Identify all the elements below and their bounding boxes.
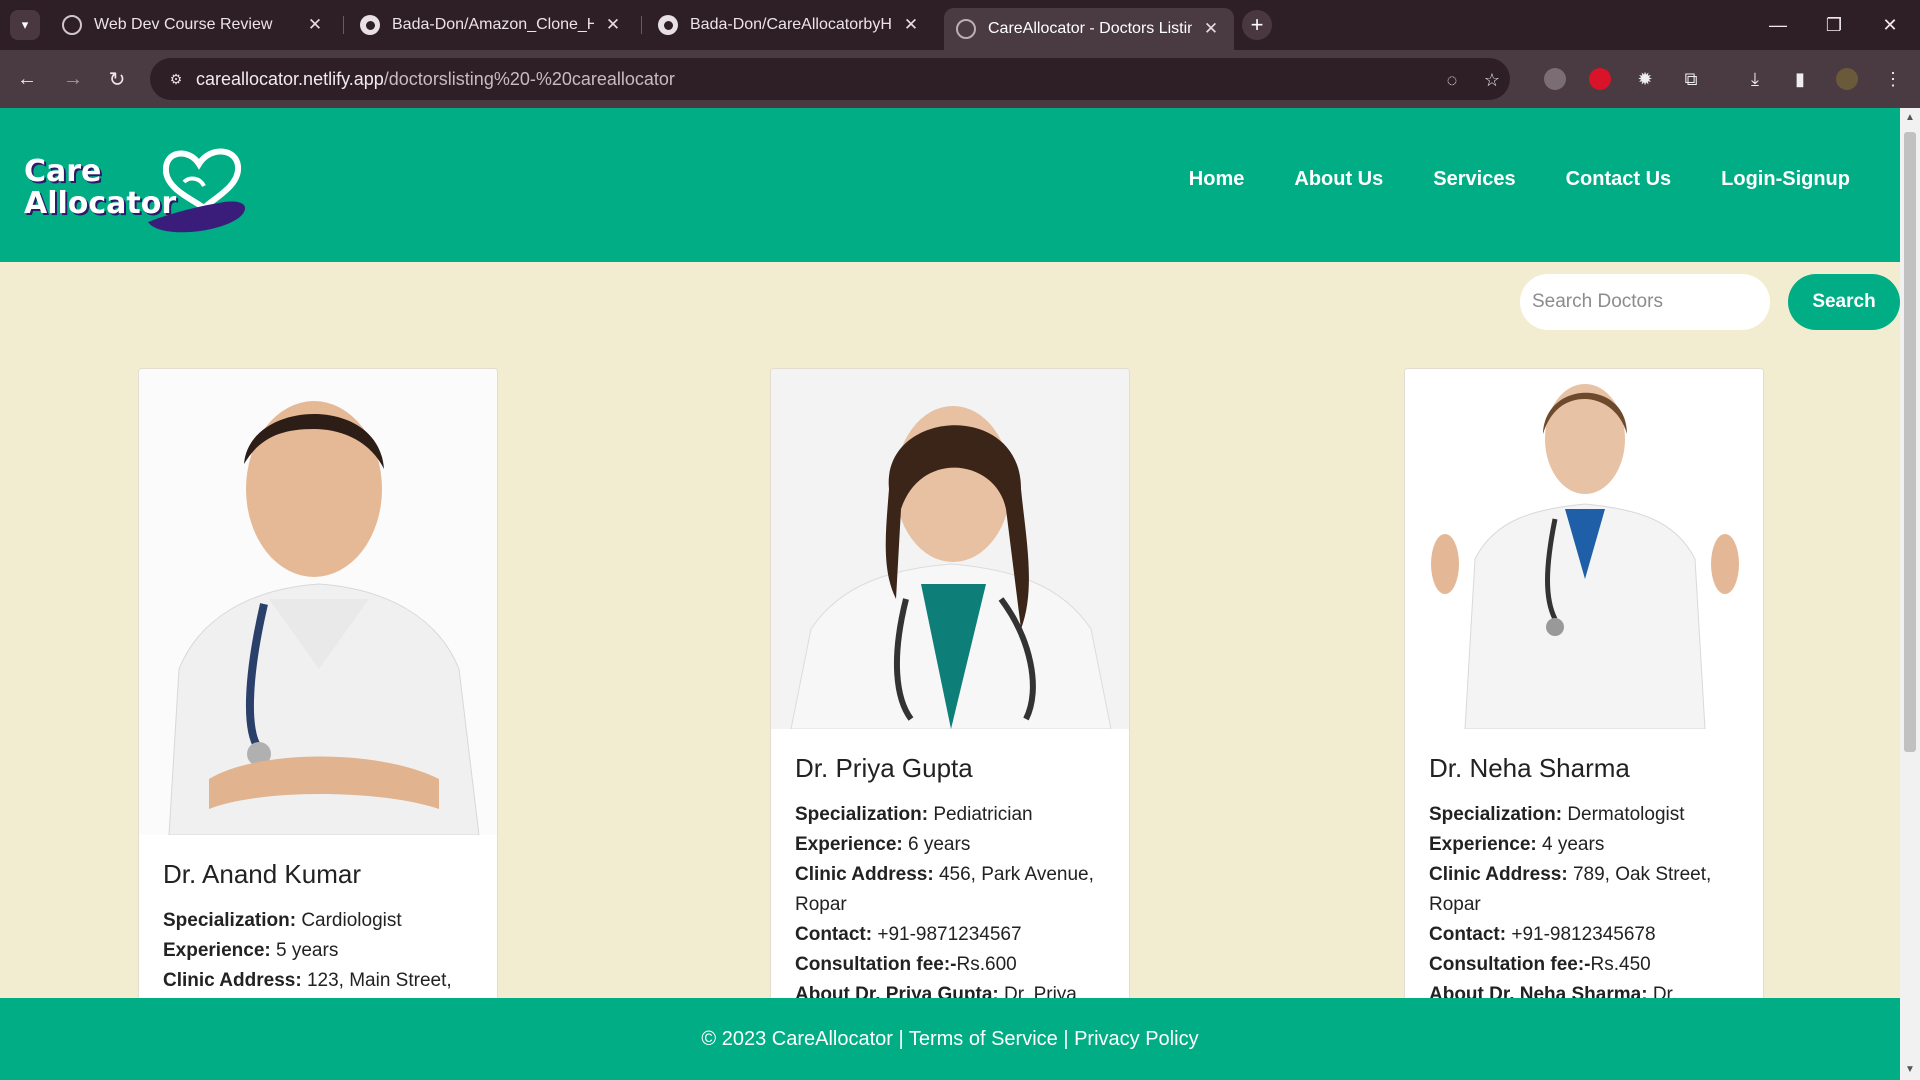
tab-title: CareAllocator - Doctors Listing [988,20,1192,37]
site-header: Care Allocator Home About Us Services Co… [0,108,1900,262]
nav-contact-us[interactable]: Contact Us [1566,168,1672,191]
tab-search-chevron-icon[interactable]: ▾ [10,10,40,40]
gear-extension-icon[interactable]: ✹ [1630,64,1660,94]
page-scrollbar[interactable]: ▲ ▼ [1900,108,1920,1080]
browser-tab[interactable]: Bada-Don/CareAllocatorbyHar ✕ [646,8,934,42]
site-info-icon[interactable]: ⚙ [156,71,196,88]
nav-home[interactable]: Home [1189,168,1245,191]
search-button[interactable]: Search [1788,274,1900,330]
browser-tab[interactable]: Bada-Don/Amazon_Clone_Har ✕ [348,8,636,42]
browser-tab[interactable]: Web Dev Course Review ✕ [50,8,338,42]
tab-title: Web Dev Course Review [94,16,273,33]
close-icon[interactable]: ✕ [1200,19,1222,39]
doctor-address: Clinic Address: 456, Park Avenue, Ropar [795,864,1094,915]
doctor-experience: Experience: 5 years [163,940,339,961]
doctor-specialization: Specialization: Pediatrician [795,804,1033,825]
doctor-experience: Experience: 4 years [1429,834,1605,855]
forward-arrow-icon[interactable]: → [56,62,90,96]
restore-icon[interactable]: ❐ [1814,8,1854,42]
openai-icon [62,15,82,35]
doctor-photo [1405,369,1763,729]
doctor-info: Dr. Neha Sharma Specialization: Dermatol… [1405,729,1763,1010]
new-tab-plus-icon[interactable]: + [1242,10,1272,40]
address-bar[interactable]: ⚙ careallocator.netlify.app/doctorslisti… [150,58,1510,100]
nav-services[interactable]: Services [1433,168,1515,191]
doctor-info: Dr. Priya Gupta Specialization: Pediatri… [771,729,1129,1010]
doctor-fee: Consultation fee:-Rs.600 [795,954,1017,975]
doctor-card: Dr. Priya Gupta Specialization: Pediatri… [770,368,1130,1080]
minimize-icon[interactable]: — [1758,8,1798,42]
doctor-address: Clinic Address: 123, Main Street, [163,970,452,991]
doctor-contact: Contact: +91-9871234567 [795,924,1022,945]
github-icon [360,15,380,35]
site-logo[interactable]: Care Allocator [24,142,254,236]
scrollbar-thumb[interactable] [1904,132,1916,752]
tab-title: Bada-Don/Amazon_Clone_Har [392,16,594,33]
scroll-down-icon[interactable]: ▼ [1900,1060,1920,1080]
doctor-photo [139,369,497,835]
main-nav: Home About Us Services Contact Us Login-… [1189,168,1850,191]
page-viewport: Care Allocator Home About Us Services Co… [0,108,1900,1080]
footer-text[interactable]: © 2023 CareAllocator | Terms of Service … [701,1028,1198,1051]
doctor-address: Clinic Address: 789, Oak Street, Ropar [1429,864,1712,915]
doctor-specialization: Specialization: Dermatologist [1429,804,1685,825]
doctor-contact: Contact: +91-9812345678 [1429,924,1656,945]
doctor-card: Dr. Anand Kumar Specialization: Cardiolo… [138,368,498,1080]
scroll-up-icon[interactable]: ▲ [1900,108,1920,128]
doctor-specialization: Specialization: Cardiologist [163,910,402,931]
browser-tab-active[interactable]: CareAllocator - Doctors Listing ✕ [944,8,1234,50]
puzzle-icon[interactable]: ⧉ [1676,64,1706,94]
search-bar: Search [1520,274,1900,330]
browser-tab-bar: ▾ Web Dev Course Review ✕ Bada-Don/Amazo… [0,0,1920,50]
tab-title: Bada-Don/CareAllocatorbyHar [690,16,892,33]
doctor-info: Dr. Anand Kumar Specialization: Cardiolo… [139,835,497,996]
close-icon[interactable]: ✕ [304,15,326,35]
download-icon[interactable]: ⤓ [1740,64,1770,94]
side-panel-icon[interactable]: ▮ [1785,64,1815,94]
kebab-menu-icon[interactable]: ⋮ [1878,64,1908,94]
star-icon[interactable]: ☆ [1480,68,1504,92]
extension-icon[interactable] [1585,64,1615,94]
tab-divider [641,16,642,34]
nav-login-signup[interactable]: Login-Signup [1721,168,1850,191]
doctor-photo [771,369,1129,729]
eye-off-icon[interactable]: ◌ [1440,68,1464,92]
github-icon [658,15,678,35]
url-text[interactable]: careallocator.netlify.app/doctorslisting… [196,69,675,90]
close-icon[interactable]: ✕ [900,15,922,35]
doctor-name: Dr. Priya Gupta [795,753,973,783]
close-icon[interactable]: ✕ [602,15,624,35]
avatar[interactable] [1832,64,1862,94]
doctor-card: Dr. Neha Sharma Specialization: Dermatol… [1404,368,1764,1080]
tab-divider [343,16,344,34]
doctor-name: Dr. Anand Kumar [163,859,361,889]
search-input[interactable] [1520,274,1770,330]
extension-icon[interactable] [1540,64,1570,94]
site-footer: © 2023 CareAllocator | Terms of Service … [0,998,1900,1080]
nav-about-us[interactable]: About Us [1294,168,1383,191]
browser-toolbar: ← → ↻ ⚙ careallocator.netlify.app/doctor… [0,50,1920,108]
doctor-name: Dr. Neha Sharma [1429,753,1630,783]
globe-icon [956,19,976,39]
doctor-experience: Experience: 6 years [795,834,971,855]
back-arrow-icon[interactable]: ← [10,62,44,96]
reload-icon[interactable]: ↻ [100,62,134,96]
doctor-fee: Consultation fee:-Rs.450 [1429,954,1651,975]
heart-hand-icon [148,148,246,233]
window-close-icon[interactable]: ✕ [1870,8,1910,42]
